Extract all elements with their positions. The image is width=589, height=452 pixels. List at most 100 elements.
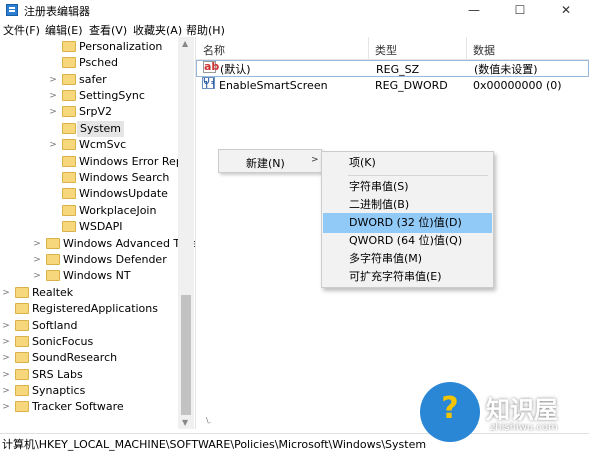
tree-item[interactable]: > Windows Defender: [0, 252, 178, 268]
registry-tree[interactable]: Personalization Psched > safer > Setting…: [0, 37, 196, 429]
watermark-subtitle: zhishiwu.com: [490, 422, 558, 433]
tree-item[interactable]: > SoundResearch: [0, 350, 178, 366]
value-row[interactable]: 011110 EnableSmartScreen REG_DWORD 0x000…: [196, 77, 589, 94]
tree-item-label: Tracker Software: [32, 400, 124, 413]
context-menu: 新建(N) >: [218, 149, 322, 173]
expand-arrow-icon[interactable]: >: [1, 383, 11, 399]
tree-item[interactable]: > WcmSvc: [0, 137, 178, 153]
tree-item-label: Windows Error Repo: [79, 155, 190, 168]
menu-edit[interactable]: 编辑(E): [45, 22, 83, 38]
watermark-logo: ?: [420, 382, 480, 442]
tree-item-label: SrpV2: [79, 105, 113, 118]
tree-item[interactable]: WSDAPI: [0, 219, 178, 235]
value-row[interactable]: ab (默认) REG_SZ (数值未设置): [196, 60, 589, 77]
folder-icon: [62, 123, 76, 134]
tree-item-label: safer: [79, 73, 107, 86]
expand-arrow-icon[interactable]: >: [48, 137, 58, 153]
menu-item-expandable-string-value[interactable]: 可扩充字符串值(E): [323, 267, 492, 287]
tree-item-label: Windows Advanced Thre: [63, 237, 196, 250]
menu-item-new[interactable]: 新建(N): [246, 155, 285, 171]
menu-item-key[interactable]: 项(K): [323, 153, 492, 173]
tree-item[interactable]: > Tracker Software: [0, 399, 178, 415]
tree-item[interactable]: > Realtek: [0, 285, 178, 301]
binary-value-icon: 011110: [202, 77, 215, 89]
folder-icon: [15, 385, 29, 396]
menu-help[interactable]: 帮助(H): [186, 22, 225, 38]
tree-item-label: Psched: [79, 56, 118, 69]
menu-item-qword-value[interactable]: QWORD (64 位)值(Q): [323, 231, 492, 251]
tree-item-label: WindowsUpdate: [79, 187, 168, 200]
tree-item[interactable]: Windows Error Repo: [0, 154, 190, 170]
tree-item-label: SRS Labs: [32, 368, 83, 381]
column-header-name[interactable]: 名称: [203, 42, 225, 58]
tree-item[interactable]: > Softland: [0, 318, 178, 334]
value-type: REG_DWORD: [375, 79, 448, 92]
folder-icon: [62, 188, 76, 199]
tree-item-label: Windows NT: [63, 269, 131, 282]
tree-item[interactable]: RegisteredApplications: [0, 301, 178, 317]
menu-item-multi-string-value[interactable]: 多字符串值(M): [323, 249, 492, 269]
menu-file[interactable]: 文件(F): [3, 22, 40, 38]
expand-arrow-icon[interactable]: >: [32, 252, 42, 268]
expand-arrow-icon[interactable]: >: [48, 72, 58, 88]
window-title: 注册表编辑器: [24, 5, 90, 18]
tree-item[interactable]: WorkplaceJoin: [0, 203, 178, 219]
folder-icon: [62, 156, 76, 167]
menu-view[interactable]: 查看(V): [89, 22, 127, 38]
title-bar: 注册表编辑器 — ☐ ✕: [0, 0, 589, 21]
tree-item[interactable]: Psched: [0, 55, 178, 71]
scroll-down-icon[interactable]: ▼: [182, 418, 188, 427]
expand-arrow-icon[interactable]: >: [1, 334, 11, 350]
tree-item-label: System: [77, 121, 125, 137]
tree-item-label: Realtek: [32, 286, 74, 299]
menu-item-binary-value[interactable]: 二进制值(B): [323, 195, 492, 215]
value-name: (默认): [220, 63, 251, 76]
tree-item-label: Synaptics: [32, 384, 86, 397]
scrollbar-thumb[interactable]: [181, 295, 191, 415]
tree-item[interactable]: > SonicFocus: [0, 334, 178, 350]
tree-item-label: SoundResearch: [32, 351, 118, 364]
tree-item-label: SettingSync: [79, 89, 145, 102]
folder-icon: [15, 320, 29, 331]
minimize-button[interactable]: —: [451, 0, 497, 20]
tree-item[interactable]: > SettingSync: [0, 88, 178, 104]
new-submenu: 项(K) 字符串值(S) 二进制值(B) DWORD (32 位)值(D) QW…: [321, 151, 494, 288]
tree-item[interactable]: > Windows NT: [0, 268, 178, 284]
tree-item[interactable]: WindowsUpdate: [0, 186, 178, 202]
tree-item[interactable]: > SRS Labs: [0, 367, 178, 383]
menu-item-string-value[interactable]: 字符串值(S): [323, 177, 492, 197]
column-divider[interactable]: [466, 37, 467, 59]
menu-item-dword-value[interactable]: DWORD (32 位)值(D): [323, 213, 492, 233]
expand-arrow-icon[interactable]: >: [48, 88, 58, 104]
tree-item[interactable]: > SrpV2: [0, 104, 178, 120]
column-divider[interactable]: [368, 37, 369, 59]
folder-icon: [62, 57, 76, 68]
column-header-type[interactable]: 类型: [375, 42, 397, 58]
tree-scrollbar[interactable]: ▲ ▼: [178, 37, 194, 429]
scroll-up-icon[interactable]: ▲: [182, 39, 188, 48]
close-button[interactable]: ✕: [543, 0, 589, 20]
value-name: EnableSmartScreen: [219, 79, 328, 92]
column-header-data[interactable]: 数据: [473, 42, 495, 58]
folder-icon: [15, 369, 29, 380]
folder-icon: [62, 90, 76, 101]
tree-item[interactable]: > safer: [0, 72, 178, 88]
tree-item[interactable]: Windows Search: [0, 170, 178, 186]
maximize-button[interactable]: ☐: [497, 0, 543, 20]
tree-item-label: WcmSvc: [79, 138, 127, 151]
folder-icon: [62, 139, 76, 150]
expand-arrow-icon[interactable]: >: [1, 285, 11, 301]
expand-arrow-icon[interactable]: >: [1, 399, 11, 415]
expand-arrow-icon[interactable]: >: [32, 236, 42, 252]
tree-item[interactable]: > Synaptics: [0, 383, 178, 399]
tree-item[interactable]: Personalization: [0, 39, 178, 55]
menu-favorites[interactable]: 收藏夹(A): [133, 22, 182, 38]
expand-arrow-icon[interactable]: >: [32, 268, 42, 284]
expand-arrow-icon[interactable]: >: [48, 104, 58, 120]
expand-arrow-icon[interactable]: >: [1, 367, 11, 383]
tree-item[interactable]: > Windows Advanced Thre: [0, 236, 195, 252]
expand-arrow-icon[interactable]: >: [1, 318, 11, 334]
tree-item-label: WorkplaceJoin: [79, 204, 157, 217]
expand-arrow-icon[interactable]: >: [1, 350, 11, 366]
tree-item-selected[interactable]: System: [0, 121, 178, 137]
